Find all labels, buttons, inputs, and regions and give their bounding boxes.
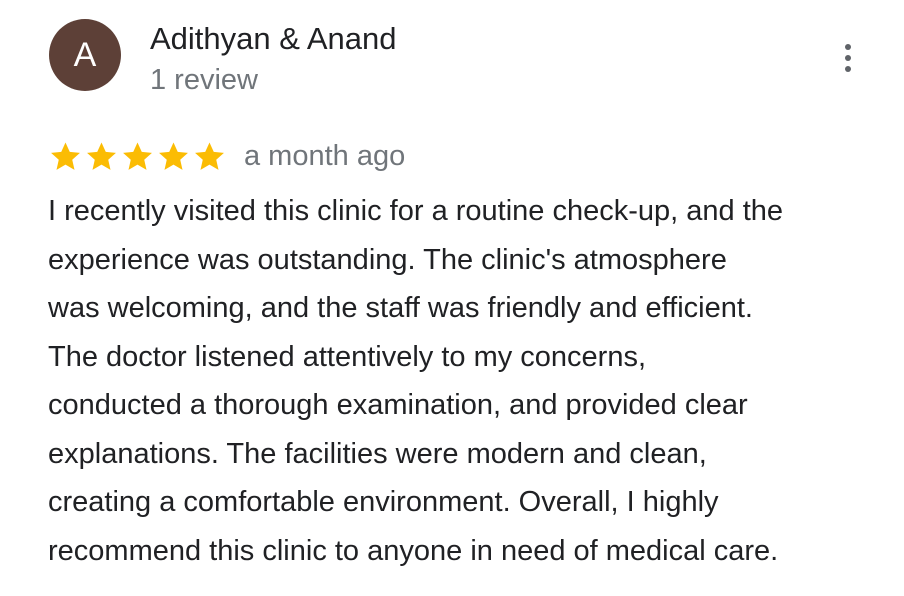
review-card: A Adithyan & Anand 1 review a month ago … bbox=[0, 0, 904, 596]
star-rating bbox=[49, 140, 226, 173]
author-info: Adithyan & Anand 1 review bbox=[150, 20, 396, 98]
more-vert-icon-dot bbox=[845, 55, 851, 61]
star-icon bbox=[87, 141, 116, 170]
more-vert-icon-dot bbox=[845, 66, 851, 72]
star-icon bbox=[195, 141, 224, 170]
author-name[interactable]: Adithyan & Anand bbox=[150, 20, 396, 58]
star-icon bbox=[159, 141, 188, 170]
more-vert-icon bbox=[845, 44, 851, 50]
more-options-button[interactable] bbox=[830, 38, 866, 78]
author-review-count[interactable]: 1 review bbox=[150, 62, 396, 98]
star-icon bbox=[51, 141, 80, 170]
review-text: I recently visited this clinic for a rou… bbox=[48, 195, 784, 567]
star-icon bbox=[123, 141, 152, 170]
avatar[interactable]: A bbox=[49, 19, 121, 91]
review-date: a month ago bbox=[244, 140, 406, 172]
avatar-initial: A bbox=[73, 36, 97, 74]
rating-row: a month ago bbox=[49, 136, 405, 176]
